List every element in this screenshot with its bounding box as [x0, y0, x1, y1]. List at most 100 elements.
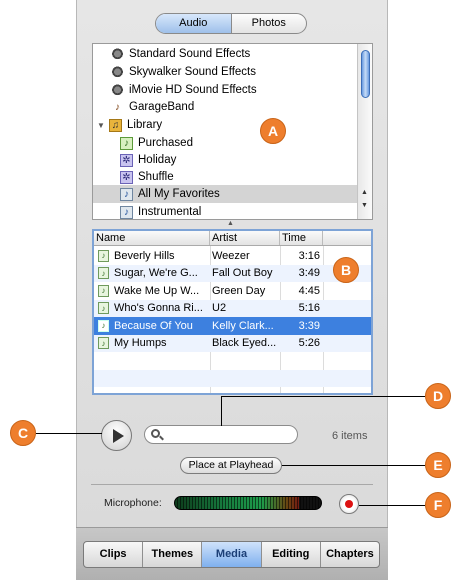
disclosure-triangle-icon[interactable]: ▼ — [97, 121, 107, 130]
callout-e: E — [425, 452, 451, 478]
purchased-playlist-icon: ♪ — [120, 136, 133, 150]
table-row[interactable]: ♪ My Humps Black Eyed... 5:26 — [94, 334, 371, 352]
song-artist: U2 — [212, 302, 227, 315]
source-item-all-my-favorites[interactable]: ♪ All My Favorites — [93, 185, 359, 203]
column-header-name[interactable]: Name — [94, 231, 210, 245]
song-file-icon: ♪ — [98, 319, 109, 332]
source-item-garageband[interactable]: ♪ GarageBand — [93, 98, 359, 116]
guitar-icon: ♪ — [115, 101, 120, 113]
source-item-purchased[interactable]: ♪ Purchased — [93, 134, 359, 152]
divider — [91, 484, 373, 485]
pane-splitter-handle[interactable]: ▲ — [227, 220, 234, 227]
song-artist: Fall Out Boy — [212, 267, 273, 280]
smart-playlist-icon: ✲ — [120, 153, 133, 167]
audio-tab[interactable]: Audio — [156, 14, 232, 33]
tab-themes[interactable]: Themes — [143, 542, 203, 567]
table-row[interactable]: ♪ Beverly Hills Weezer 3:16 — [94, 247, 371, 265]
source-item-label: Skywalker Sound Effects — [129, 66, 256, 78]
microphone-level-meter — [174, 496, 322, 510]
callout-c: C — [10, 420, 36, 446]
source-item-label: Instrumental — [138, 206, 202, 218]
play-button[interactable] — [101, 420, 132, 451]
speaker-icon — [111, 65, 124, 79]
play-icon — [112, 428, 124, 443]
song-time: 5:16 — [298, 302, 320, 315]
song-name: Who's Gonna Ri... — [114, 302, 203, 315]
song-time: 3:39 — [298, 319, 320, 332]
scroll-up-arrow-icon[interactable]: ▲ — [361, 189, 368, 196]
song-artist: Black Eyed... — [212, 337, 277, 350]
search-field[interactable] — [144, 425, 298, 444]
song-file-icon: ♪ — [98, 302, 109, 315]
callout-d-line — [221, 396, 425, 397]
source-item-instrumental[interactable]: ♪ Instrumental — [93, 203, 359, 219]
table-row[interactable]: ♪ Sugar, We're G... Fall Out Boy 3:49 — [94, 264, 371, 282]
source-item-shuffle[interactable]: ✲ Shuffle — [93, 168, 359, 186]
smart-playlist-icon: ✲ — [120, 170, 133, 184]
song-time: 3:16 — [298, 249, 320, 262]
tab-editing[interactable]: Editing — [262, 542, 321, 567]
table-row-selected[interactable]: ♪ Because Of You Kelly Clark... 3:39 — [94, 317, 371, 335]
scroll-down-arrow-icon[interactable]: ▼ — [361, 202, 368, 209]
callout-f: F — [425, 492, 451, 518]
song-artist: Weezer — [212, 249, 250, 262]
callout-b: B — [333, 257, 359, 283]
song-name: Sugar, We're G... — [114, 267, 198, 280]
library-icon: ♫ — [109, 118, 122, 132]
empty-row — [94, 369, 371, 387]
source-item-label: iMovie HD Sound Effects — [129, 84, 257, 96]
song-time: 3:49 — [298, 267, 320, 280]
playlist-icon: ♪ — [120, 205, 133, 219]
song-artist: Green Day — [212, 284, 266, 297]
meter-segments — [175, 497, 321, 509]
tab-media[interactable]: Media — [202, 542, 262, 567]
tab-clips[interactable]: Clips — [84, 542, 144, 567]
empty-row — [94, 352, 371, 370]
song-time: 4:45 — [298, 284, 320, 297]
song-file-icon: ♪ — [98, 249, 109, 262]
record-icon — [345, 500, 353, 508]
search-icon — [151, 429, 160, 438]
song-file-icon: ♪ — [98, 284, 109, 297]
source-list-scrollbar[interactable]: ▲ ▼ — [357, 44, 372, 219]
callout-f-line — [359, 505, 425, 506]
source-item-holiday[interactable]: ✲ Holiday — [93, 151, 359, 169]
callout-c-line — [36, 433, 102, 434]
song-name: Beverly Hills — [114, 249, 175, 262]
song-name: Wake Me Up W... — [114, 284, 200, 297]
place-at-playhead-button[interactable]: Place at Playhead — [180, 457, 282, 474]
column-header-artist[interactable]: Artist — [210, 231, 280, 245]
source-item-label: GarageBand — [129, 101, 195, 113]
song-file-icon: ♪ — [98, 337, 109, 350]
scrollbar-thumb[interactable] — [361, 50, 370, 98]
tab-chapters[interactable]: Chapters — [321, 542, 379, 567]
source-item-skywalker-sound-effects[interactable]: Skywalker Sound Effects — [93, 63, 359, 81]
song-time: 5:26 — [298, 337, 320, 350]
photos-tab[interactable]: Photos — [232, 14, 307, 33]
song-file-icon: ♪ — [98, 267, 109, 280]
speaker-icon — [111, 83, 124, 97]
callout-d: D — [425, 383, 451, 409]
playlist-icon: ♪ — [120, 187, 133, 201]
table-row[interactable]: ♪ Who's Gonna Ri... U2 5:16 — [94, 299, 371, 317]
callout-d-line — [221, 396, 222, 426]
source-item-label: Library — [127, 119, 163, 131]
record-button[interactable] — [339, 494, 359, 514]
song-list-table: Name Artist Time ♪ Beverly Hills Weezer 3… — [92, 229, 373, 395]
table-row[interactable]: ♪ Wake Me Up W... Green Day 4:45 — [94, 282, 371, 300]
source-item-imovie-hd-sound-effects[interactable]: iMovie HD Sound Effects — [93, 81, 359, 99]
source-item-standard-sound-effects[interactable]: Standard Sound Effects — [93, 45, 359, 63]
column-header-empty — [323, 231, 371, 245]
column-header-time[interactable]: Time — [280, 231, 323, 245]
song-name: Because Of You — [114, 319, 193, 332]
source-item-library[interactable]: ▼ ♫ Library — [93, 116, 359, 134]
item-count: 6 items — [332, 430, 368, 442]
source-item-label: Purchased — [138, 137, 193, 149]
microphone-label: Microphone: — [104, 497, 162, 509]
source-item-label: Holiday — [138, 154, 177, 166]
table-header: Name Artist Time — [94, 231, 371, 246]
audio-source-list: Standard Sound Effects Skywalker Sound E… — [92, 43, 373, 220]
media-type-selector: Audio Photos — [155, 13, 307, 34]
callout-e-line — [282, 465, 425, 466]
source-item-label: All My Favorites — [138, 188, 220, 200]
